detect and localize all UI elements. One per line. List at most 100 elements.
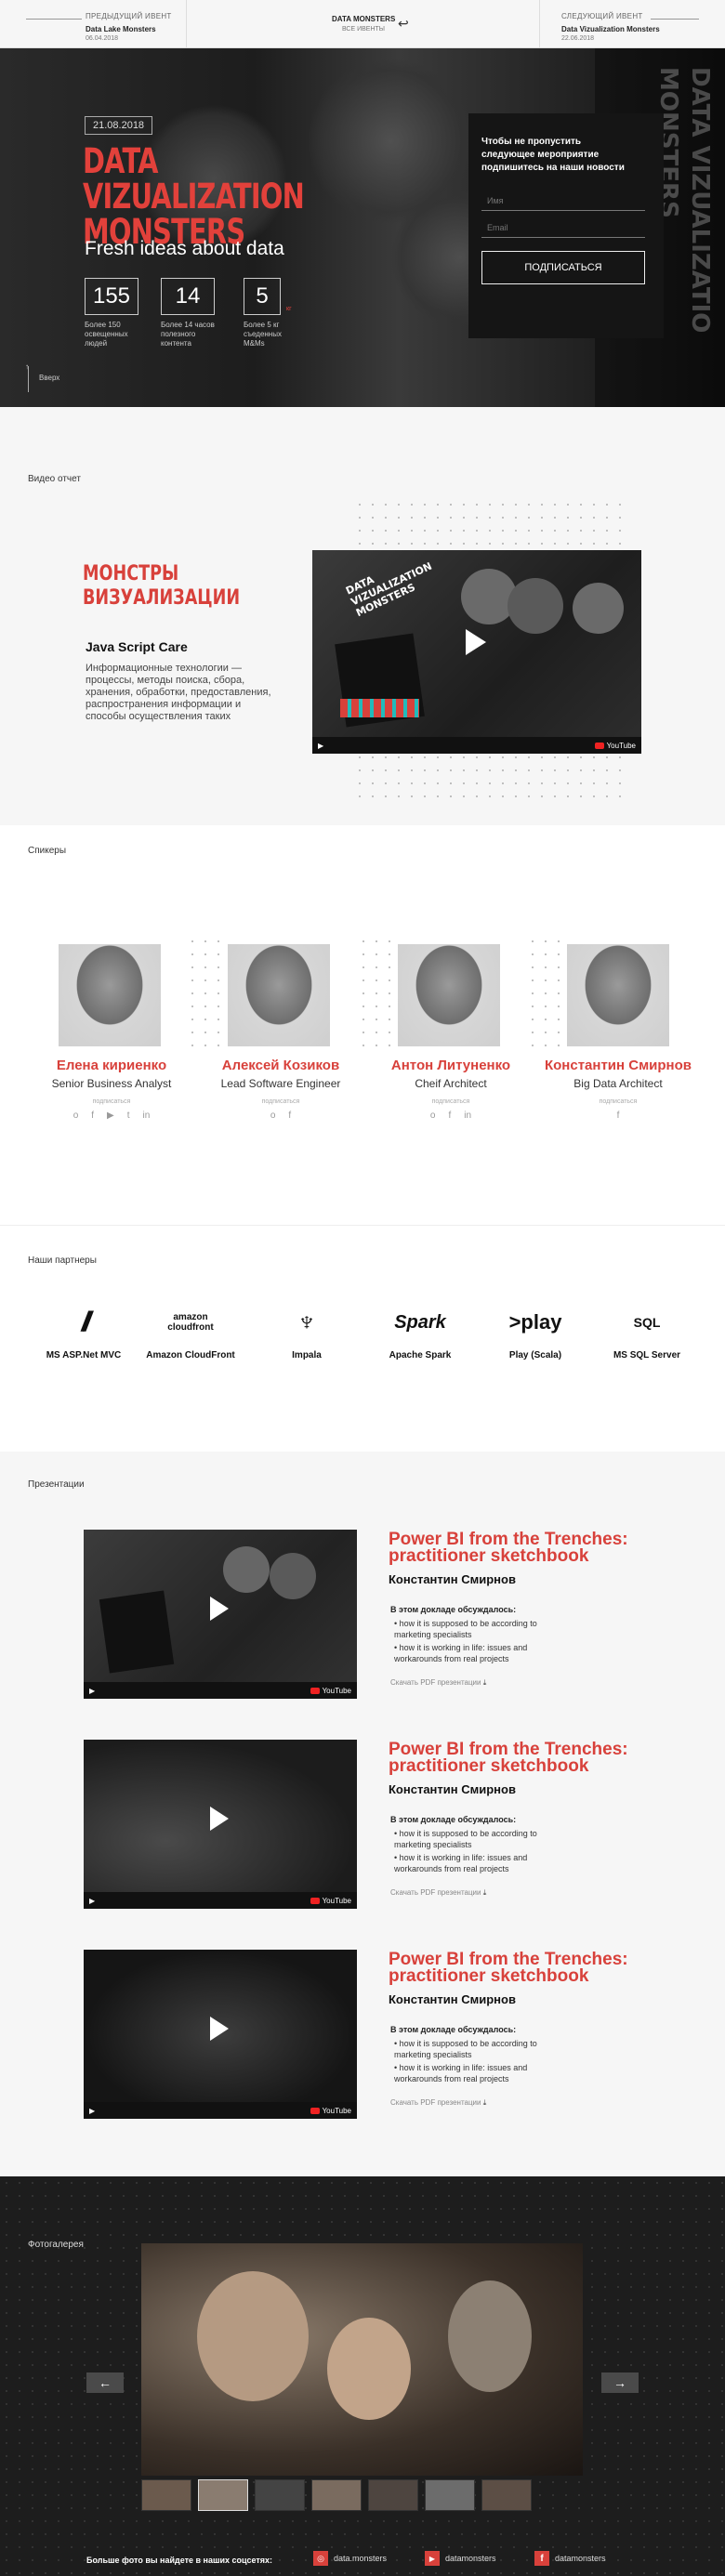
presentation-title[interactable]: Power BI from the Trenches: practitioner… — [389, 1951, 639, 1985]
download-icon: ⤓ — [482, 1888, 487, 1897]
youtube-badge[interactable]: YouTube — [310, 1897, 351, 1905]
section-label: Видео отчет — [28, 474, 81, 484]
brand-name[interactable]: DATA MONSTERS — [332, 15, 395, 23]
youtube-icon[interactable]: ▶ — [107, 1111, 114, 1121]
gallery-thumb[interactable] — [141, 2479, 191, 2511]
download-icon: ⤓ — [482, 2098, 487, 2107]
dots-pattern — [353, 751, 632, 797]
instagram-icon[interactable]: o — [270, 1111, 276, 1121]
partner-item[interactable]: Spark Apache Spark — [374, 1302, 467, 1361]
play-small-icon[interactable]: ▶ — [89, 1897, 95, 1905]
speaker-card[interactable]: Елена кириенко Senior Business Analyst п… — [42, 944, 181, 1121]
instagram-icon[interactable]: o — [73, 1111, 79, 1121]
video-title-line: ВИЗУАЛИЗАЦИИ — [83, 586, 241, 610]
gallery-section: Фотогалерея ← → Больше фото вы найдете в… — [0, 2176, 725, 2576]
follow-label: подписаться — [92, 1098, 131, 1105]
gallery-main-photo[interactable] — [141, 2243, 583, 2476]
arrow-up-icon[interactable]: ↑ — [25, 362, 29, 371]
presentation-author: Константин Смирнов — [389, 1782, 516, 1796]
gallery-thumb[interactable] — [481, 2479, 532, 2511]
play-icon[interactable] — [210, 1807, 229, 1831]
social-handle: datamonsters — [555, 2554, 606, 2563]
email-input[interactable] — [481, 217, 645, 238]
hero-section: DATA VIZUALIZATIO MONSTERS 21.08.2018 DA… — [0, 48, 725, 407]
event-date: 21.08.2018 — [85, 116, 153, 135]
youtube-badge[interactable]: YouTube — [310, 1687, 351, 1695]
video-player[interactable]: DATA VIZUALIZATION MONSTERS ▶ YouTube — [312, 550, 641, 754]
scroll-up-link[interactable]: Вверх — [39, 374, 59, 382]
instagram-icon[interactable]: o — [430, 1111, 436, 1121]
back-arrow-icon[interactable]: ↩ — [398, 16, 409, 32]
presentation-title[interactable]: Power BI from the Trenches: practitioner… — [389, 1741, 639, 1775]
gallery-thumb[interactable] — [368, 2479, 418, 2511]
partner-item[interactable]: SQL MS SQL Server — [600, 1302, 693, 1360]
linkedin-icon[interactable]: in — [143, 1111, 151, 1121]
presentation-point-text: how it is working in life: issues and wo… — [394, 2063, 528, 2083]
all-events-link[interactable]: ВСЕ ИВЕНТЫ — [342, 26, 385, 33]
presentation-point-text: how it is supposed to be according to ma… — [394, 1619, 537, 1639]
presentation-point: • how it is working in life: issues and … — [394, 2063, 528, 2083]
speakers-section: Спикеры Елена кириенко Senior Business A… — [0, 825, 725, 1225]
stat-text: Более 5 кг съеденных M&Ms — [244, 321, 282, 348]
presentation-point: • how it is working in life: issues and … — [394, 1853, 528, 1873]
play-icon[interactable] — [210, 1597, 229, 1621]
youtube-badge[interactable]: YouTube — [310, 2107, 351, 2115]
section-label: Спикеры — [28, 846, 67, 856]
play-small-icon[interactable]: ▶ — [89, 2107, 95, 2115]
photo-person — [448, 2280, 532, 2392]
speaker-name: Константин Смирнов — [544, 1058, 692, 1073]
speaker-card[interactable]: Антон Литуненко Cheif Architect подписат… — [381, 944, 521, 1121]
video-person — [223, 1546, 270, 1593]
gallery-thumb[interactable] — [311, 2479, 362, 2511]
play-small-icon[interactable]: ▶ — [318, 742, 323, 750]
play-small-icon[interactable]: ▶ — [89, 1687, 95, 1695]
facebook-icon[interactable]: f — [288, 1111, 291, 1121]
social-link[interactable]: ▶ datamonsters — [425, 2551, 496, 2566]
social-link[interactable]: f datamonsters — [534, 2551, 606, 2566]
presentation-title[interactable]: Power BI from the Trenches: practitioner… — [389, 1531, 639, 1565]
follow-label: подписаться — [261, 1098, 300, 1105]
speaker-photo — [59, 944, 161, 1046]
partner-item[interactable]: >play Play (Scala) — [489, 1302, 582, 1360]
gallery-thumb[interactable] — [255, 2479, 305, 2511]
gallery-thumb[interactable] — [198, 2479, 248, 2511]
partner-item[interactable]: amazon cloudfront Amazon CloudFront — [139, 1302, 242, 1360]
prev-event-label[interactable]: ПРЕДЫДУЩИЙ ИВЕНТ — [86, 12, 172, 20]
name-input[interactable] — [481, 191, 645, 211]
speaker-role: Lead Software Engineer — [220, 1077, 341, 1090]
partner-item[interactable]: // MS ASP.Net MVC — [37, 1302, 130, 1360]
play-icon[interactable] — [210, 2017, 229, 2041]
gallery-thumb[interactable] — [425, 2479, 475, 2511]
nav-line — [651, 19, 699, 20]
presentation-video[interactable]: ▶ YouTube — [84, 1740, 357, 1909]
linkedin-icon[interactable]: in — [464, 1111, 471, 1121]
top-event-nav: ПРЕДЫДУЩИЙ ИВЕНТ Data Lake Monsters 06.0… — [0, 0, 725, 48]
facebook-icon[interactable]: f — [448, 1111, 451, 1121]
stat-item: 5 кг Более 5 кг съеденных M&Ms — [244, 278, 292, 348]
twitter-icon[interactable]: t — [127, 1111, 130, 1121]
video-person — [573, 583, 624, 634]
facebook-icon[interactable]: f — [91, 1111, 94, 1121]
download-pdf-link[interactable]: Скачать PDF презентации ⤓ — [390, 1678, 486, 1688]
facebook-icon[interactable]: f — [617, 1111, 620, 1121]
gallery-next-button[interactable]: → — [601, 2372, 639, 2393]
next-event-label[interactable]: СЛЕДУЮЩИЙ ИВЕНТ — [561, 12, 643, 20]
speaker-card[interactable]: Константин Смирнов Big Data Architect по… — [535, 944, 701, 1121]
presentation-video[interactable]: ▶ YouTube — [84, 1530, 357, 1699]
gallery-prev-button[interactable]: ← — [86, 2372, 124, 2393]
partner-name: MS ASP.Net MVC — [46, 1350, 122, 1360]
speaker-card[interactable]: Алексей Козиков Lead Software Engineer п… — [211, 944, 350, 1121]
subscribe-button[interactable]: ПОДПИСАТЬСЯ — [481, 251, 645, 284]
presentation-video[interactable]: ▶ YouTube — [84, 1950, 357, 2119]
social-link[interactable]: ◎ data.monsters — [313, 2551, 387, 2566]
impala-logo-icon: ♆ — [296, 1307, 318, 1337]
partner-item[interactable]: ♆ Impala — [260, 1302, 353, 1360]
youtube-badge[interactable]: YouTube — [594, 742, 636, 750]
speaker-name: Елена кириенко — [56, 1058, 167, 1073]
prev-event-name[interactable]: Data Lake Monsters — [86, 25, 156, 33]
play-icon[interactable] — [466, 629, 486, 655]
download-pdf-link[interactable]: Скачать PDF презентации ⤓ — [390, 1888, 486, 1898]
presentation-sub: В этом докладе обсуждалось: — [390, 2025, 517, 2034]
next-event-name[interactable]: Data Vizualization Monsters — [561, 25, 660, 33]
download-pdf-link[interactable]: Скачать PDF презентации ⤓ — [390, 2098, 486, 2108]
